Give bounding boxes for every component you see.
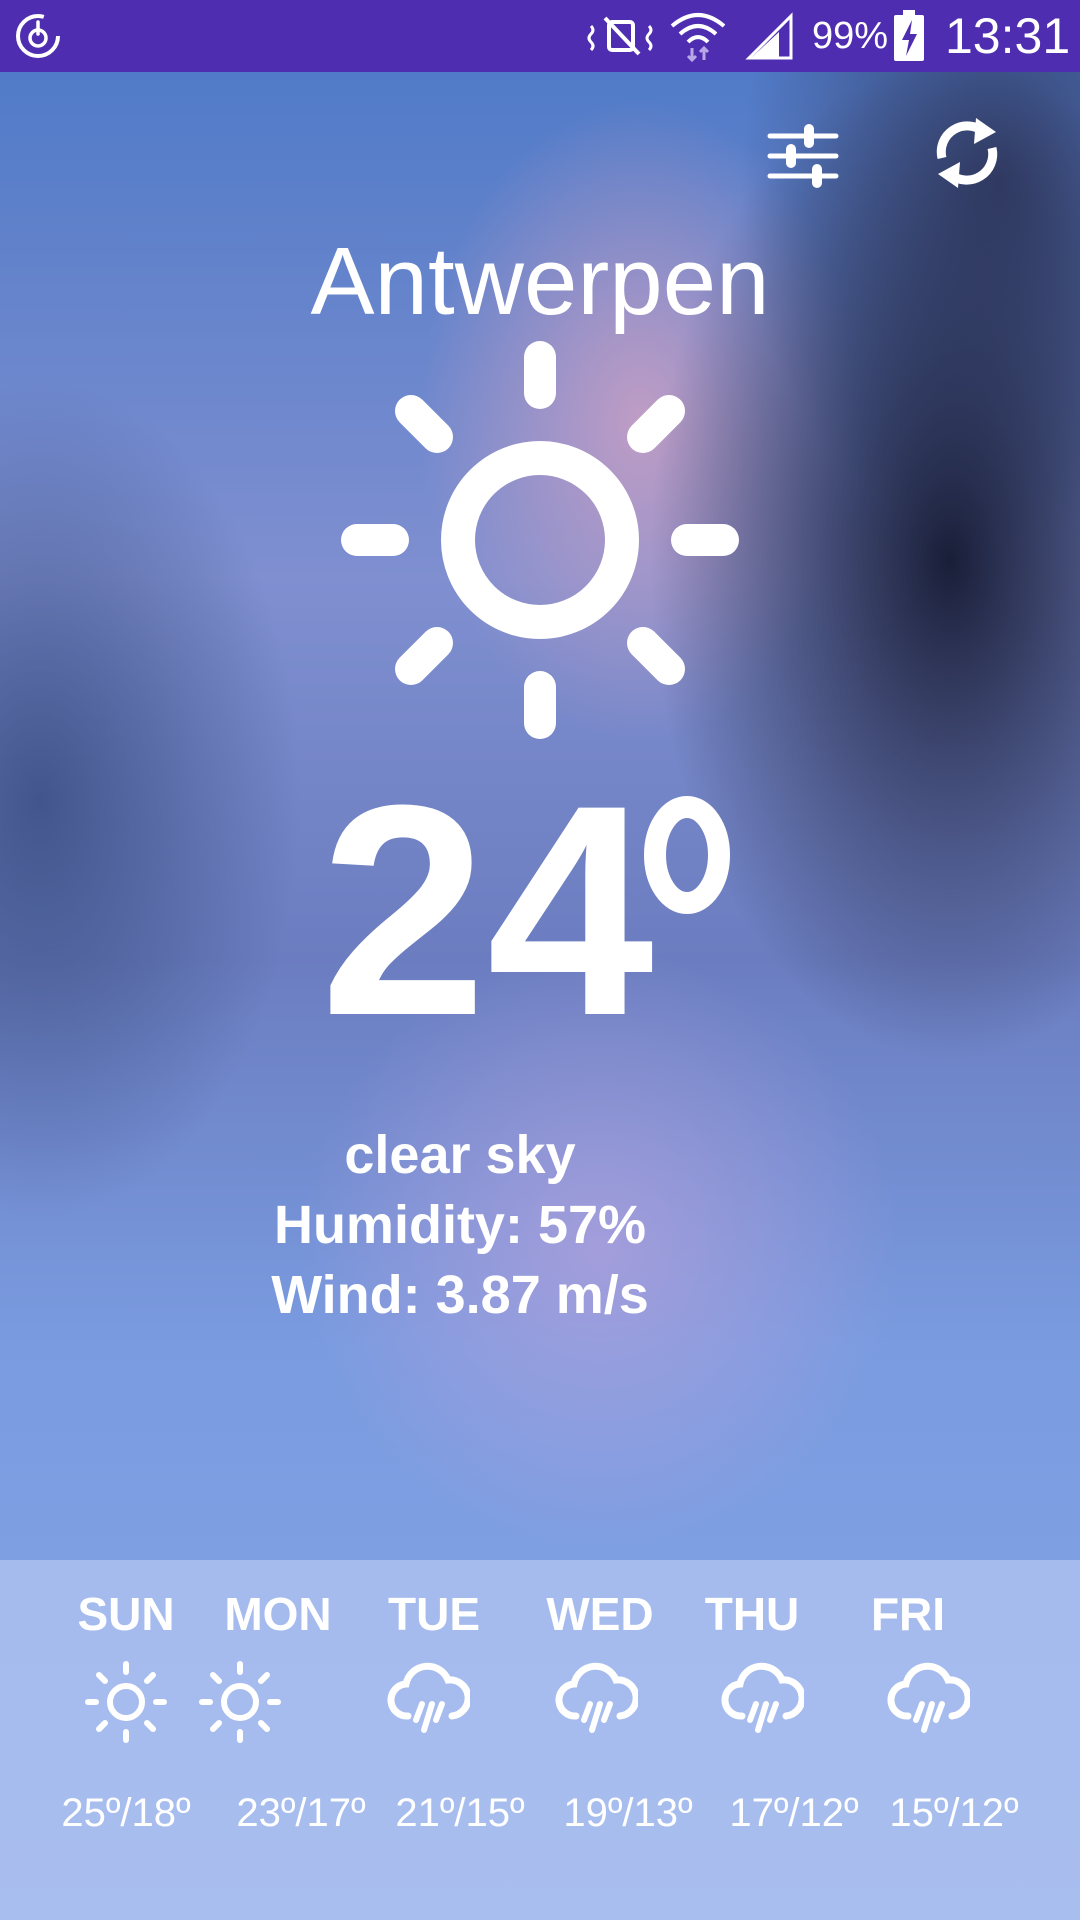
rain-cloud-icon	[887, 1662, 970, 1733]
rain-cloud-icon	[387, 1662, 470, 1733]
sun-icon	[199, 1661, 281, 1743]
forecast-temperature: 19º/13º	[563, 1791, 693, 1835]
weather-details: clear sky Humidity: 57% Wind: 3.87 m/s	[210, 1120, 710, 1330]
weather-description: clear sky	[344, 1125, 576, 1185]
sun-icon	[85, 1661, 167, 1743]
forecast-day-name: THU	[704, 1588, 800, 1640]
degree-symbol	[644, 796, 730, 914]
status-bar: 99% 13:31	[0, 0, 1080, 72]
signal-icon	[745, 12, 793, 60]
forecast-day-name: WED	[546, 1588, 654, 1640]
humidity-text: Humidity: 57%	[273, 1195, 647, 1255]
sun-icon	[341, 341, 739, 739]
clock: 13:31	[945, 8, 1071, 64]
current-temperature: 24	[320, 742, 654, 1078]
forecast-day-name: FRI	[870, 1588, 946, 1640]
forecast-day[interactable]: FRI 15º/12º	[858, 1560, 1019, 1920]
rain-cloud-icon	[555, 1662, 638, 1733]
mute-icon	[587, 16, 653, 56]
forecast-temperature: 17º/12º	[729, 1791, 859, 1835]
forecast-day[interactable]: WED 19º/13º	[526, 1560, 692, 1920]
forecast-temperature: 21º/15º	[395, 1791, 525, 1835]
forecast-temperature: 15º/12º	[889, 1791, 1019, 1835]
refresh-button[interactable]	[922, 108, 1012, 198]
settings-sliders-icon	[767, 124, 839, 188]
rain-cloud-icon	[721, 1662, 804, 1733]
forecast-temperature: 25º/18º	[61, 1791, 191, 1835]
battery-charging-icon	[894, 10, 924, 61]
battery-percentage: 99%	[812, 15, 889, 57]
settings-button[interactable]	[758, 110, 848, 200]
forecast-day[interactable]: MON 23º/17º	[198, 1560, 366, 1920]
refresh-icon	[936, 118, 998, 188]
forecast-day[interactable]: TUE 21º/15º	[356, 1560, 525, 1920]
forecast-day-name: TUE	[388, 1588, 480, 1640]
forecast-day-name: SUN	[77, 1588, 175, 1640]
forecast-day-name: MON	[224, 1588, 332, 1640]
forecast-day[interactable]: SUN 25º/18º	[46, 1560, 206, 1920]
forecast-panel: SUN 25º/18º MON 23º/17º TUE 21º/15º WED …	[0, 1560, 1080, 1920]
wind-text: Wind: 3.87 m/s	[271, 1265, 649, 1325]
app-power-icon	[16, 14, 60, 58]
wifi-icon	[670, 13, 726, 62]
city-name: Antwerpen	[310, 228, 770, 335]
